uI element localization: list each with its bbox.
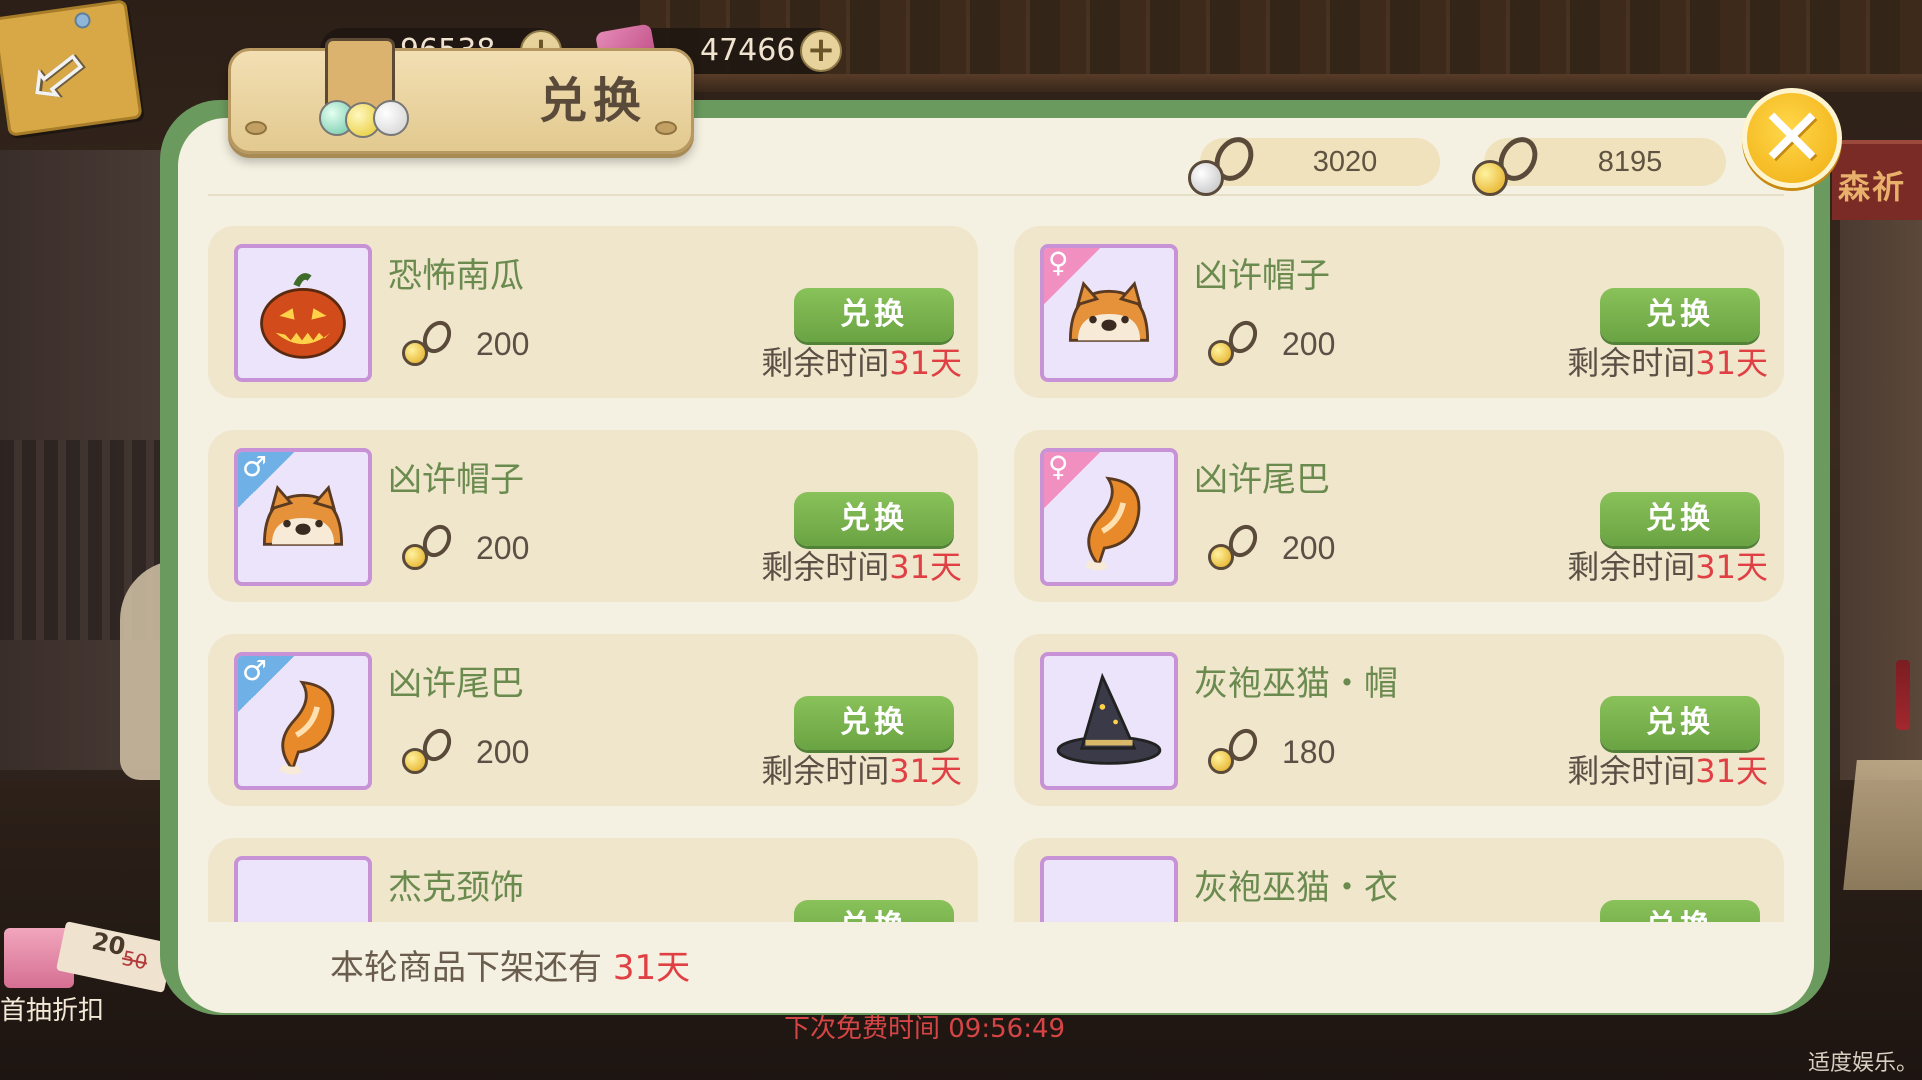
dialog-title-plank: 兑换 [228, 48, 694, 154]
item-thumbnail[interactable] [234, 244, 372, 382]
item-thumbnail[interactable]: ♀ [1040, 448, 1178, 586]
first-draw-gift[interactable]: 20 50 [0, 918, 174, 994]
dialog-title: 兑换 [538, 73, 647, 129]
female-icon: ♀ [1044, 248, 1100, 304]
health-notice: 适度娱乐。 [1808, 1051, 1919, 1076]
item-thumbnail[interactable] [1040, 856, 1178, 922]
nail-icon [245, 121, 267, 135]
pumpkin-icon [260, 273, 346, 359]
exchange-button[interactable]: 兑换 [1600, 696, 1760, 750]
remaining-time: 剩余时间31天 [1567, 344, 1768, 382]
item-card: ♂ 凶许帽子 200 兑换 剩余时间31天 [208, 430, 978, 602]
exchange-button[interactable]: 兑换 [1600, 492, 1760, 546]
item-thumbnail[interactable] [234, 856, 372, 922]
close-button[interactable]: ✕ [1742, 88, 1842, 188]
collar-icon [238, 860, 368, 922]
delist-label: 本轮商品下架还有 [330, 948, 602, 988]
item-card: ♂ 凶许尾巴 200 兑换 剩余时间31天 [208, 634, 978, 806]
exchange-button[interactable]: 兑换 [794, 492, 954, 546]
back-arrow-icon: ⇦ [6, 23, 106, 127]
gold-token-icon [398, 519, 457, 574]
next-free-time: 下次免费时间 09:56:49 [784, 1014, 1066, 1044]
gold-token-icon [1464, 124, 1554, 204]
gold-token-icon [398, 315, 457, 370]
remaining-time: 剩余时间31天 [761, 548, 962, 586]
gold-token-icon [1204, 723, 1263, 778]
item-name: 凶许尾巴 [388, 664, 524, 704]
item-thumbnail[interactable] [1040, 652, 1178, 790]
delist-notice: 本轮商品下架还有 31天 [330, 940, 690, 989]
item-price-value: 200 [1282, 326, 1336, 362]
female-icon: ♀ [1044, 452, 1100, 508]
item-name: 凶许帽子 [1194, 256, 1330, 296]
item-price-value: 200 [476, 734, 530, 770]
pin-icon [73, 11, 92, 30]
remaining-time: 剩余时间31天 [1567, 548, 1768, 586]
robe-icon [1044, 860, 1174, 922]
item-name: 凶许帽子 [388, 460, 524, 500]
currency-gem-value: 47466 [700, 33, 796, 68]
first-draw-discount-label: 首抽折扣 [0, 996, 105, 1026]
right-sign: 森祈 [1832, 140, 1922, 220]
item-name: 杰克颈饰 [388, 868, 524, 908]
item-price-value: 180 [1282, 734, 1336, 770]
exchange-button[interactable]: 兑换 [1600, 900, 1760, 922]
remaining-time: 剩余时间31天 [1567, 752, 1768, 790]
item-price-value: 200 [476, 326, 530, 362]
item-thumbnail[interactable]: ♀ [1040, 244, 1178, 382]
tassel [1896, 660, 1910, 730]
item-name: 灰袍巫猫・衣 [1194, 868, 1398, 908]
male-icon: ♂ [238, 656, 294, 712]
discount-old: 50 [119, 945, 150, 975]
gold-token-icon [1204, 519, 1263, 574]
item-thumbnail[interactable]: ♂ [234, 448, 372, 586]
item-name: 凶许尾巴 [1194, 460, 1330, 500]
exchange-button[interactable]: 兑换 [794, 696, 954, 750]
witch-hat-icon [1056, 672, 1162, 765]
item-thumbnail[interactable]: ♂ [234, 652, 372, 790]
remaining-time: 剩余时间31天 [761, 344, 962, 382]
gold-token-icon [398, 723, 457, 778]
back-button[interactable]: ⇦ [0, 0, 143, 137]
exchange-button[interactable]: 兑换 [1600, 288, 1760, 342]
exchange-button[interactable]: 兑换 [794, 900, 954, 922]
add-gem-button[interactable]: + [800, 30, 842, 72]
item-card: 恐怖南瓜 200 兑换 剩余时间31天 [208, 226, 978, 398]
item-card: 灰袍巫猫・衣兑换 [1014, 838, 1784, 922]
male-icon: ♂ [238, 452, 294, 508]
item-price-value: 200 [476, 530, 530, 566]
item-list[interactable]: 恐怖南瓜 200 兑换 剩余时间31天 ♀ 凶许帽子 200 兑换 剩余时间31天 ♂ 凶许帽子 20… [208, 226, 1786, 922]
close-icon: ✕ [1758, 91, 1826, 184]
item-name: 灰袍巫猫・帽 [1194, 664, 1398, 704]
item-card: ♀ 凶许尾巴 200 兑换 剩余时间31天 [1014, 430, 1784, 602]
paper-box [1843, 760, 1922, 890]
item-card: 杰克颈饰兑换 [208, 838, 978, 922]
exchange-tag-icon [315, 28, 419, 148]
gold-token-icon [1204, 315, 1263, 370]
remaining-time: 剩余时间31天 [761, 752, 962, 790]
item-price-value: 200 [1282, 530, 1336, 566]
silver-token-icon [1180, 124, 1270, 204]
item-name: 恐怖南瓜 [388, 256, 524, 296]
item-card: 灰袍巫猫・帽 180 兑换 剩余时间31天 [1014, 634, 1784, 806]
delist-days: 31天 [612, 948, 691, 988]
item-card: ♀ 凶许帽子 200 兑换 剩余时间31天 [1014, 226, 1784, 398]
exchange-button[interactable]: 兑换 [794, 288, 954, 342]
